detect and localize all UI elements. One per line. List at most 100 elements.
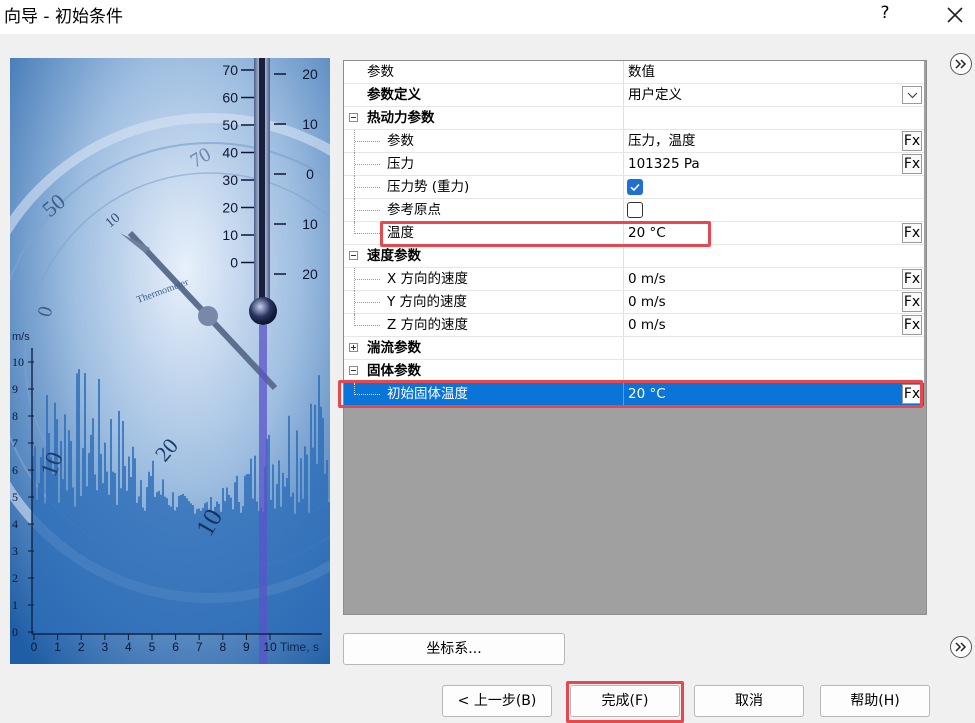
velocity-z-value[interactable]: 0 m/s: [628, 314, 666, 336]
help-button[interactable]: 帮助(H): [820, 685, 930, 717]
reference-origin-checkbox[interactable]: [627, 202, 643, 218]
tree-line: [355, 164, 380, 165]
spectrum-bar: [70, 440, 72, 634]
spectrum-bar: [88, 453, 90, 634]
spectrum-bar: [142, 507, 144, 634]
window-title: 向导 - 初始条件: [4, 7, 123, 27]
row-parameters[interactable]: 参数 压力，温度 Fx: [344, 130, 924, 153]
spectrum-bar: [298, 502, 300, 634]
spectrum-bar: [122, 421, 124, 634]
spectrum-bar: [108, 494, 110, 634]
spectrum-bar: [282, 472, 284, 634]
tree-line: [355, 302, 380, 303]
spectrum-bar: [180, 495, 182, 634]
spectrum-bar: [256, 501, 258, 634]
spectrum-bar: [168, 505, 170, 634]
spectrum-bar: [158, 490, 160, 634]
group-label: 固体参数: [367, 363, 421, 379]
spectrum-bar: [304, 446, 306, 634]
spectrum-bar: [144, 510, 146, 634]
expand-panel-icon[interactable]: [950, 636, 972, 658]
y-tick-label: 3: [12, 544, 18, 558]
row-label: 参数: [387, 133, 414, 149]
spectrum-bar: [240, 512, 242, 634]
finish-button[interactable]: 完成(F): [570, 685, 680, 717]
spectrum-bar: [164, 496, 166, 634]
spectrum-bar: [306, 454, 308, 634]
spectrum-bar: [172, 492, 174, 634]
fx-button[interactable]: Fx: [902, 269, 922, 289]
thermo-scale-label: 0: [230, 255, 238, 271]
spectrum-bar: [328, 502, 330, 634]
parameters-value[interactable]: 压力，温度: [628, 130, 696, 152]
spectrum-bar: [222, 487, 224, 634]
column-separator: [623, 84, 624, 106]
spectrum-bar: [290, 496, 292, 634]
thermo-right-label: 10: [302, 216, 318, 232]
expand-panel-icon[interactable]: [950, 53, 972, 75]
close-icon[interactable]: [938, 0, 972, 28]
row-velocity-x[interactable]: X 方向的速度 0 m/s Fx: [344, 268, 924, 291]
group-label: 湍流参数: [367, 340, 421, 356]
spectrum-bar: [174, 510, 176, 634]
expand-icon[interactable]: [349, 343, 358, 352]
row-label: 压力: [387, 156, 414, 172]
coordinate-system-button[interactable]: 坐标系...: [343, 633, 565, 665]
row-label: 参考原点: [387, 202, 441, 218]
group-label: 热动力参数: [367, 110, 435, 126]
spectrum-bar: [104, 442, 106, 634]
help-icon[interactable]: ?: [872, 0, 898, 28]
column-separator: [623, 61, 624, 83]
fx-button[interactable]: Fx: [902, 131, 922, 151]
spectrum-bar: [294, 513, 296, 634]
velocity-x-value[interactable]: 0 m/s: [628, 268, 666, 290]
spectrum-bar: [244, 475, 246, 634]
row-velocity-y[interactable]: Y 方向的速度 0 m/s Fx: [344, 291, 924, 314]
thermo-scale-label: 50: [222, 117, 238, 133]
parameter-definition-select[interactable]: 用户定义: [628, 84, 682, 106]
collapse-icon[interactable]: [349, 366, 358, 375]
row-pressure[interactable]: 压力 101325 Pa Fx: [344, 153, 924, 176]
column-header-value: 数值: [628, 64, 655, 80]
thermo-scale-label: 30: [222, 172, 238, 188]
fx-button[interactable]: Fx: [902, 315, 922, 335]
tree-line: [355, 233, 380, 234]
chevron-down-icon[interactable]: [902, 86, 922, 104]
y-tick-label: 10: [12, 355, 24, 369]
back-button[interactable]: < 上一步(B): [442, 685, 552, 717]
spectrum-bar: [116, 504, 118, 634]
x-tick-label: 4: [125, 640, 132, 654]
fx-button[interactable]: Fx: [902, 154, 922, 174]
collapse-icon[interactable]: [349, 113, 358, 122]
group-velocity[interactable]: 速度参数: [344, 245, 924, 268]
x-axis-label: Time, s: [280, 640, 319, 654]
pressure-value[interactable]: 101325 Pa: [628, 153, 700, 175]
x-tick-label: 0: [31, 640, 38, 654]
row-pressure-potential[interactable]: 压力势 (重力): [344, 176, 924, 199]
spectrum-bar: [54, 402, 56, 634]
group-turbulence[interactable]: 湍流参数: [344, 337, 924, 360]
row-velocity-z[interactable]: Z 方向的速度 0 m/s Fx: [344, 314, 924, 337]
spectrum-bar: [286, 478, 288, 634]
pressure-potential-checkbox[interactable]: [627, 179, 643, 195]
spectrum-bar: [292, 492, 294, 634]
fx-button[interactable]: Fx: [902, 292, 922, 312]
row-reference-origin[interactable]: 参考原点: [344, 199, 924, 222]
spectrum-bar: [130, 477, 132, 634]
fx-button[interactable]: Fx: [902, 223, 922, 243]
cancel-button[interactable]: 取消: [694, 685, 804, 717]
spectrum-bar: [280, 506, 282, 634]
velocity-y-value[interactable]: 0 m/s: [628, 291, 666, 313]
spectrum-bar: [318, 375, 320, 634]
spectrum-bar: [62, 479, 64, 634]
spectrum-bar: [92, 418, 94, 634]
y-tick-label: 5: [12, 490, 18, 504]
collapse-icon[interactable]: [349, 251, 358, 260]
spectrum-bar: [36, 499, 38, 634]
x-tick-label: 3: [101, 640, 108, 654]
group-thermodynamic[interactable]: 热动力参数: [344, 107, 924, 130]
spectrum-bar: [90, 434, 92, 634]
column-separator: [623, 199, 624, 221]
row-parameter-definition[interactable]: 参数定义 用户定义: [344, 84, 924, 107]
x-tick-label: 5: [149, 640, 156, 654]
